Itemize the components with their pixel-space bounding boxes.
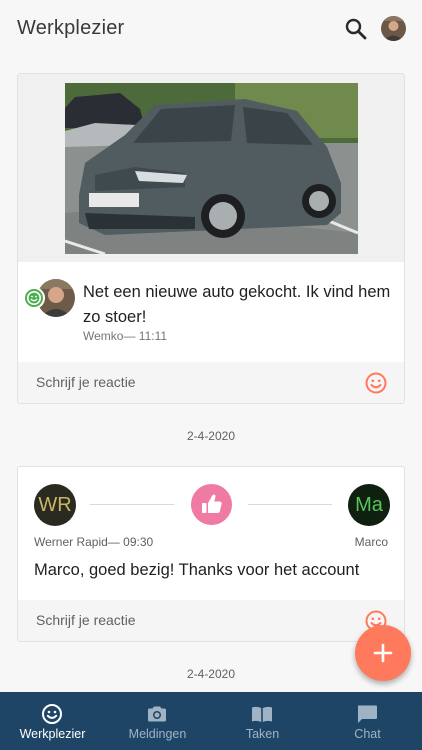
emoji-icon[interactable] <box>364 371 388 395</box>
date-separator: 2-4-2020 <box>186 429 236 443</box>
reply-placeholder: Schrijf je reactie <box>36 374 136 390</box>
nav-label: Chat <box>354 727 381 741</box>
post-meta: Wemko— 11:11 <box>83 329 168 343</box>
kudos-sender-meta: Werner Rapid— 09:30 <box>34 535 154 549</box>
reply-input[interactable]: Schrijf je reactie <box>18 362 404 403</box>
chat-bubble-icon <box>355 702 379 726</box>
nav-label: Taken <box>245 727 280 741</box>
post-image-area <box>18 74 404 262</box>
nav-label: Meldingen <box>128 727 187 741</box>
kudos-card[interactable]: WR Ma Werner Rapid— 09:30 Marco Marco, g… <box>17 466 405 642</box>
app-bar: Werkplezier <box>0 0 422 58</box>
recipient-avatar[interactable]: Ma <box>348 484 390 526</box>
add-button[interactable] <box>355 625 411 681</box>
profile-avatar[interactable] <box>381 16 406 41</box>
car-photo[interactable] <box>65 83 358 254</box>
nav-item-werkplezier[interactable]: Werkplezier <box>0 692 105 750</box>
kudos-recipient-name: Marco <box>354 535 388 549</box>
bottom-navigation: Werkplezier Meldingen Taken Chat <box>0 692 422 750</box>
post-text: Net een nieuwe auto gekocht. Ik vind hem… <box>83 283 391 326</box>
nav-item-meldingen[interactable]: Meldingen <box>105 692 210 750</box>
book-icon <box>250 702 274 726</box>
reply-placeholder: Schrijf je reactie <box>36 612 136 628</box>
sender-avatar[interactable]: WR <box>34 484 76 526</box>
nav-item-taken[interactable]: Taken <box>210 692 315 750</box>
post-card[interactable]: Net een nieuwe auto gekocht. Ik vind hem… <box>17 73 405 404</box>
divider <box>248 504 332 505</box>
nav-label: Werkplezier <box>19 727 86 741</box>
app-title: Werkplezier <box>17 17 125 39</box>
smiley-badge-icon <box>23 287 45 309</box>
kudos-text: Marco, goed bezig! Thanks voor het accou… <box>34 561 360 579</box>
reply-input[interactable]: Schrijf je reactie <box>18 600 404 641</box>
divider <box>90 504 174 505</box>
search-icon[interactable] <box>343 16 369 42</box>
thumbs-up-icon <box>191 484 232 525</box>
plus-icon <box>373 643 393 663</box>
nav-item-chat[interactable]: Chat <box>315 692 420 750</box>
camera-icon <box>145 702 169 726</box>
smiley-icon <box>40 702 64 726</box>
